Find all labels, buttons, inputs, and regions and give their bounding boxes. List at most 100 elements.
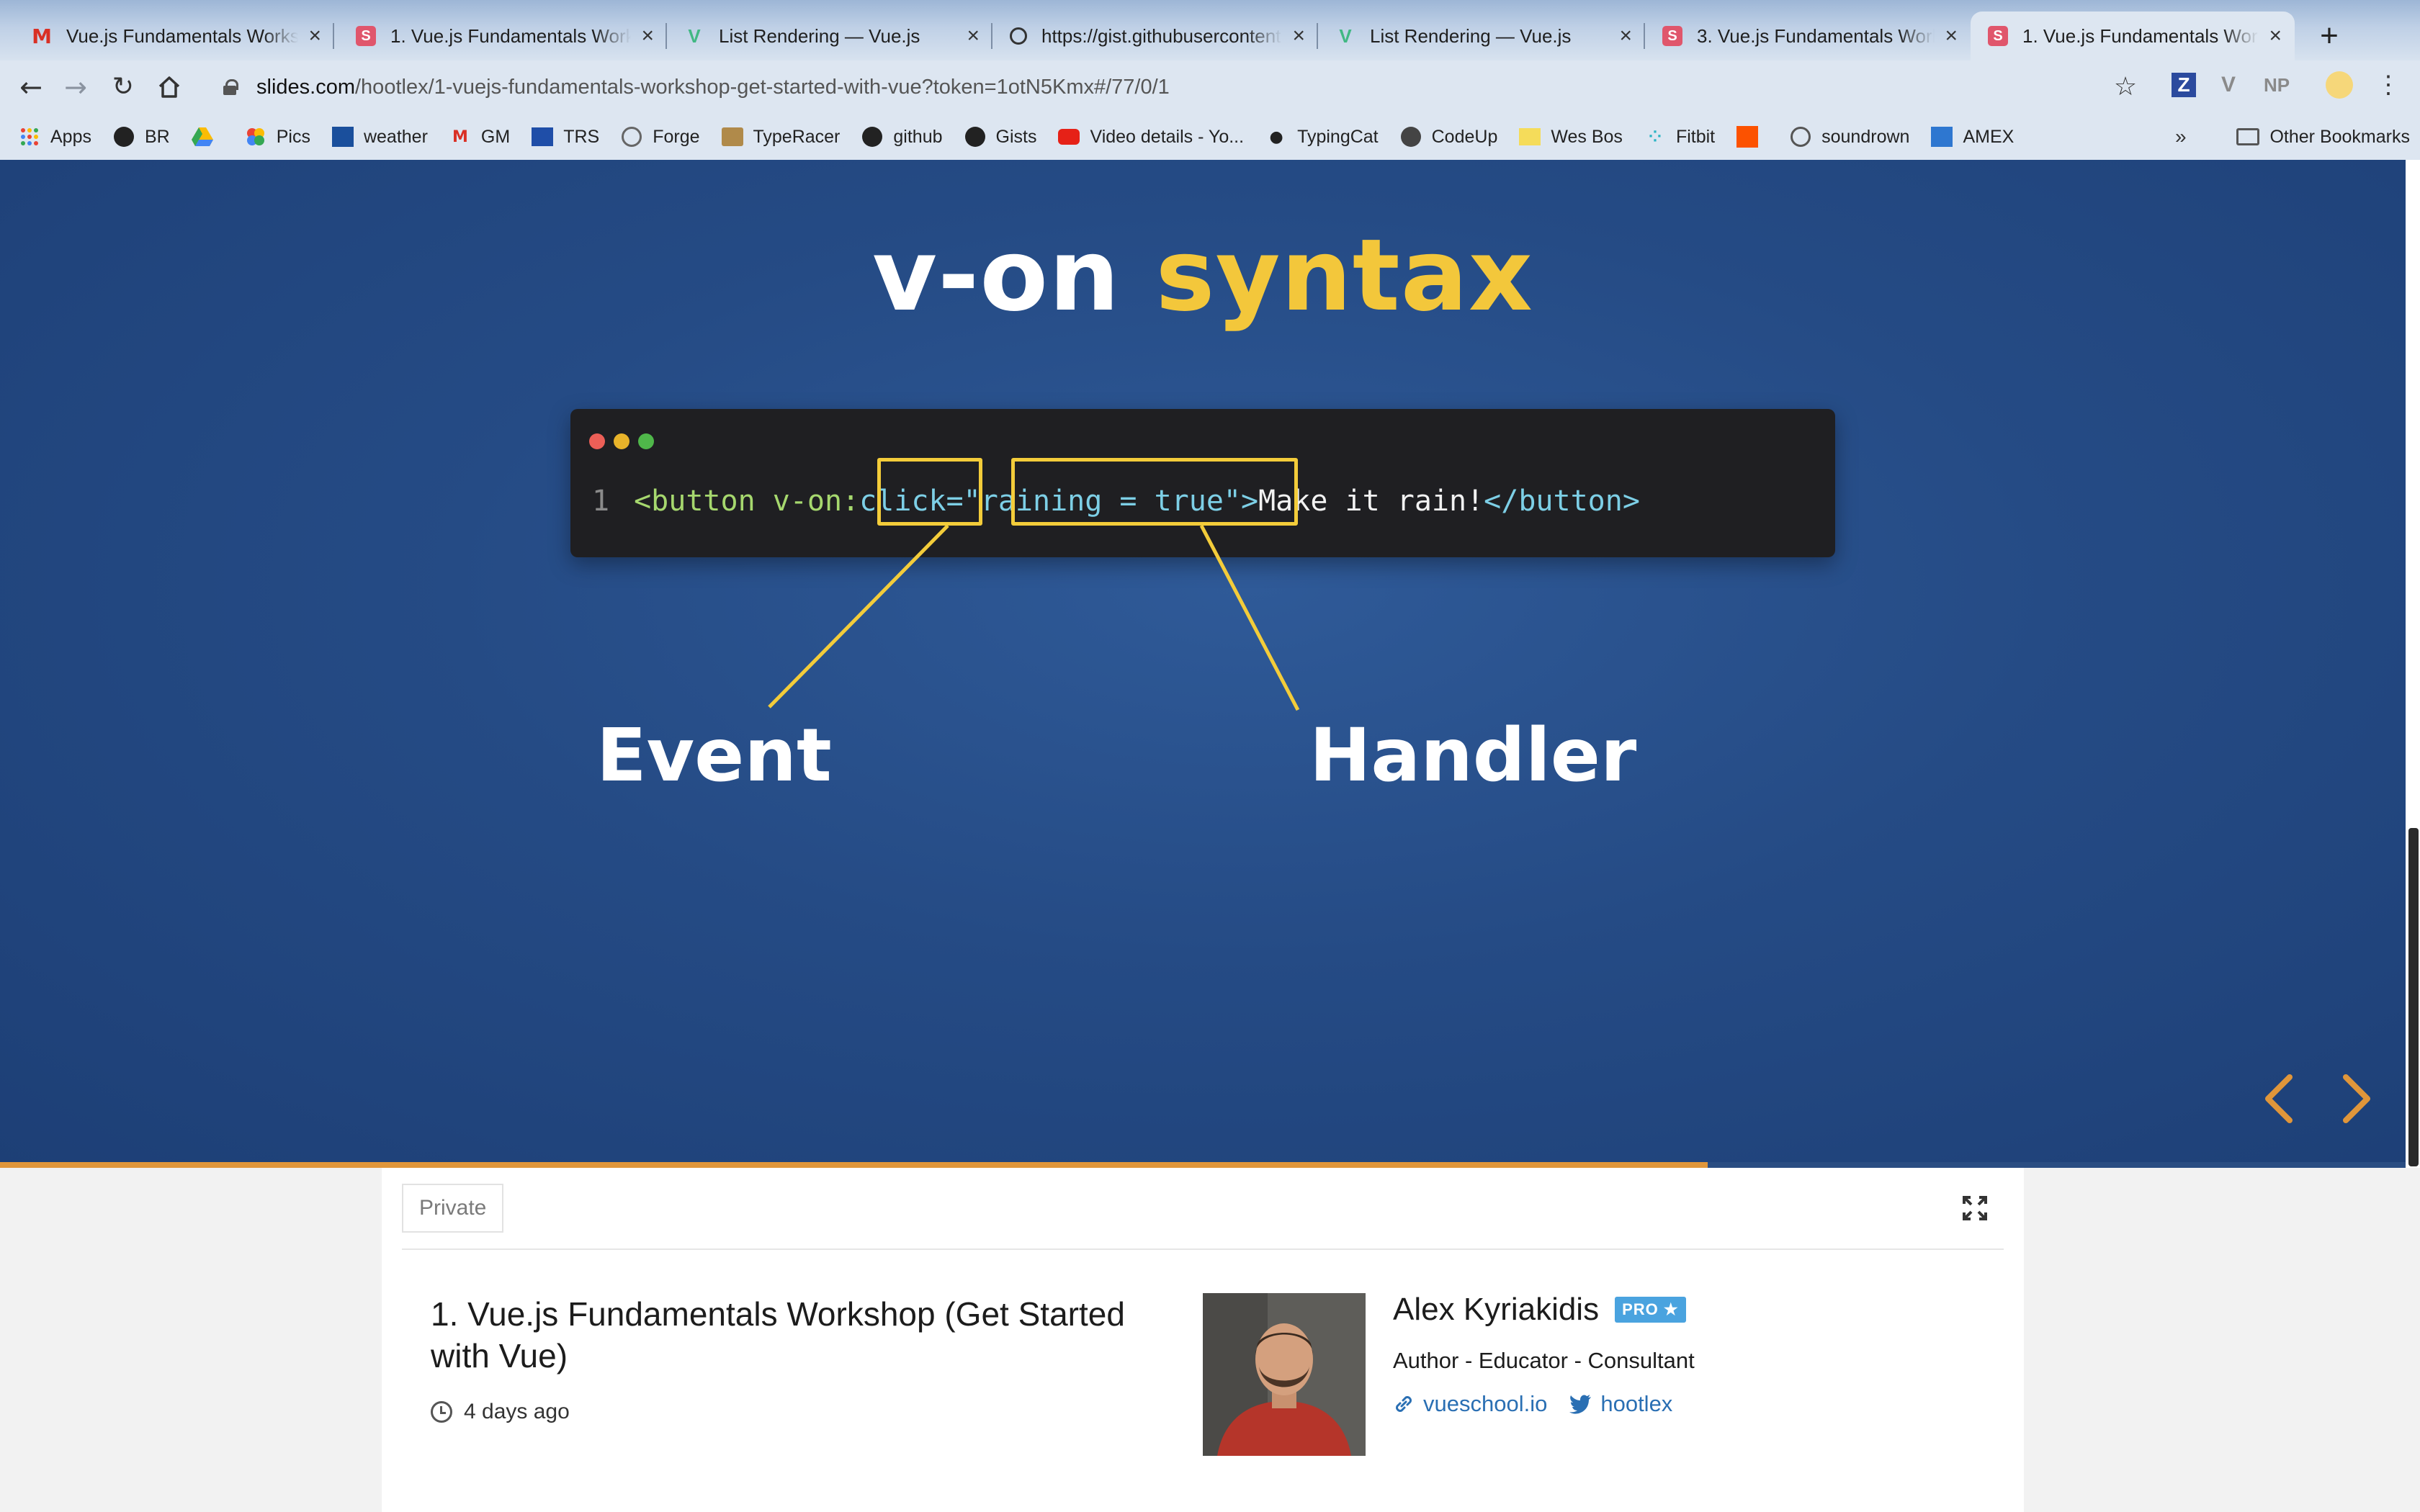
chevron-left-icon xyxy=(2265,1074,2293,1123)
menu-kebab-icon[interactable]: ⋮ xyxy=(2374,69,2403,101)
google-photos-icon xyxy=(245,126,266,148)
author-name[interactable]: Alex Kyriakidis PRO ★ xyxy=(1393,1292,1686,1328)
strava-icon xyxy=(1736,126,1759,148)
back-button[interactable]: ← xyxy=(12,68,50,107)
other-bookmarks[interactable]: Other Bookmarks xyxy=(2236,114,2410,160)
vue-icon: V xyxy=(1339,24,1352,47)
close-icon[interactable]: × xyxy=(1945,24,1958,48)
bookmark-soundrown[interactable]: soundrown xyxy=(1790,126,1909,148)
close-icon[interactable]: × xyxy=(1292,24,1305,48)
forge-icon xyxy=(621,126,642,148)
browser-tab[interactable]: V List Rendering — Vue.js × xyxy=(1318,12,1645,60)
browser-tab[interactable]: V List Rendering — Vue.js × xyxy=(667,12,992,60)
browser-tab-active[interactable]: S 1. Vue.js Fundamentals Workshop × xyxy=(1971,12,2295,60)
bookmark-trs[interactable]: TRS xyxy=(532,126,599,148)
vue-devtools-icon[interactable]: V xyxy=(2214,69,2243,101)
typeracer-icon xyxy=(721,126,743,148)
event-pointer-line xyxy=(768,524,949,708)
handler-label: Handler xyxy=(1309,713,1637,798)
bookmark-amex[interactable]: AMEX xyxy=(1931,126,2014,148)
close-icon[interactable]: × xyxy=(641,24,654,48)
link-icon xyxy=(1393,1393,1415,1415)
page-scrollbar-thumb[interactable] xyxy=(2408,828,2419,1166)
tab-title: 1. Vue.js Fundamentals Workshop xyxy=(2022,24,2259,47)
bookmarks-overflow-chevron[interactable]: » xyxy=(2175,125,2187,148)
zotero-extension-icon[interactable]: Z xyxy=(2169,69,2198,101)
deck-title: 1. Vue.js Fundamentals Workshop (Get Sta… xyxy=(431,1295,1125,1374)
browser-tab[interactable]: https://gist.githubusercontent.com × xyxy=(992,12,1318,60)
bookmark-video-details[interactable]: Video details - Yo... xyxy=(1058,126,1244,148)
bookmark-typeracer[interactable]: TypeRacer xyxy=(721,126,840,148)
pro-badge: PRO ★ xyxy=(1615,1297,1686,1323)
slide-progress-fill xyxy=(0,1162,1708,1168)
website-link[interactable]: vueschool.io xyxy=(1393,1391,1547,1417)
address-bar[interactable]: slides.com/hootlex/1-vuejs-fundamentals-… xyxy=(202,66,2161,108)
weather-icon xyxy=(331,126,354,148)
handler-pointer-line xyxy=(1199,524,1300,711)
next-slide-button[interactable] xyxy=(2328,1070,2385,1128)
vue-icon: V xyxy=(688,24,701,47)
twitter-link[interactable]: hootlex xyxy=(1569,1391,1672,1417)
home-icon xyxy=(158,76,180,98)
bookmark-pics[interactable]: Pics xyxy=(245,126,310,148)
profile-avatar[interactable] xyxy=(2323,69,2355,101)
bookmark-forge[interactable]: Forge xyxy=(621,126,700,148)
annotation-lines xyxy=(768,524,1300,711)
bookmark-github[interactable]: github xyxy=(861,126,943,148)
twitter-icon xyxy=(1569,1394,1592,1414)
bookmark-wesbos[interactable]: Wes Bos xyxy=(1519,126,1623,148)
bookmarks-bar: Apps BR Pics weather M GM TRS Forge TypeR… xyxy=(0,114,2420,160)
bookmark-codeup[interactable]: CodeUp xyxy=(1400,126,1497,148)
bookmark-fitbit[interactable]: ⁘ Fitbit xyxy=(1644,126,1715,148)
tab-title: https://gist.githubusercontent.com xyxy=(1041,24,1282,47)
panel-divider xyxy=(402,1248,2004,1250)
tab-separator xyxy=(333,23,334,49)
prev-slide-button[interactable] xyxy=(2250,1070,2308,1128)
slides-icon: S xyxy=(1988,26,2008,46)
presentation-slide: v-on syntax 1 <button v-on:click="raining… xyxy=(0,160,2406,1168)
np-extension-icon[interactable]: NP xyxy=(2256,69,2298,101)
tab-strip: M Vue.js Fundamentals Workshop × S 1. Vu… xyxy=(0,0,2420,60)
bookmark-gm[interactable]: M GM xyxy=(449,126,510,148)
reload-button[interactable]: ↻ xyxy=(104,68,143,107)
author-links: vueschool.io hootlex xyxy=(1393,1391,1694,1417)
bookmark-typingcat[interactable]: ● TypingCat xyxy=(1265,126,1378,148)
lock-icon xyxy=(223,79,238,95)
bookmark-weather[interactable]: weather xyxy=(331,126,428,148)
amex-icon xyxy=(1931,126,1953,148)
browser-tab[interactable]: S 3. Vue.js Fundamentals Workshop × xyxy=(1645,12,1971,60)
globe-icon xyxy=(1010,27,1027,45)
crown-icon xyxy=(1519,126,1541,148)
visibility-badge: Private xyxy=(402,1184,504,1233)
close-icon[interactable]: × xyxy=(308,24,321,48)
fullscreen-icon[interactable] xyxy=(1962,1195,1988,1221)
slides-icon: S xyxy=(1662,26,1682,46)
home-button[interactable] xyxy=(150,68,189,107)
bookmark-apps[interactable]: Apps xyxy=(19,126,91,148)
new-tab-button[interactable]: + xyxy=(2309,16,2349,56)
bookmark-drive[interactable] xyxy=(191,126,223,148)
trs-icon xyxy=(532,126,554,148)
github-icon xyxy=(964,126,986,148)
browser-tab[interactable]: M Vue.js Fundamentals Workshop × xyxy=(14,12,334,60)
forward-button[interactable]: → xyxy=(56,68,95,107)
tab-title: List Rendering — Vue.js xyxy=(1370,24,1572,47)
google-drive-icon xyxy=(191,126,213,148)
close-icon[interactable]: × xyxy=(2269,24,2282,48)
paw-icon: ● xyxy=(1269,127,1283,146)
folder-icon xyxy=(2236,128,2260,145)
bookmark-star-icon[interactable]: ☆ xyxy=(2106,68,2145,107)
bookmark-gists[interactable]: Gists xyxy=(964,126,1036,148)
deck-info-panel: Private 1. Vue.js Fundamentals Workshop … xyxy=(382,1168,2024,1512)
close-icon[interactable]: × xyxy=(1619,24,1632,48)
fitbit-icon: ⁘ xyxy=(1648,127,1662,146)
bookmark-br[interactable]: BR xyxy=(113,126,170,148)
chevron-right-icon xyxy=(2343,1074,2370,1123)
slides-icon: S xyxy=(356,26,376,46)
clock-icon xyxy=(431,1401,452,1423)
close-icon[interactable]: × xyxy=(967,24,980,48)
tab-title: List Rendering — Vue.js xyxy=(719,24,920,47)
browser-tab[interactable]: S 1. Vue.js Fundamentals Workshop × xyxy=(339,12,667,60)
author-avatar[interactable] xyxy=(1203,1293,1366,1456)
bookmark-strava[interactable] xyxy=(1736,126,1768,148)
